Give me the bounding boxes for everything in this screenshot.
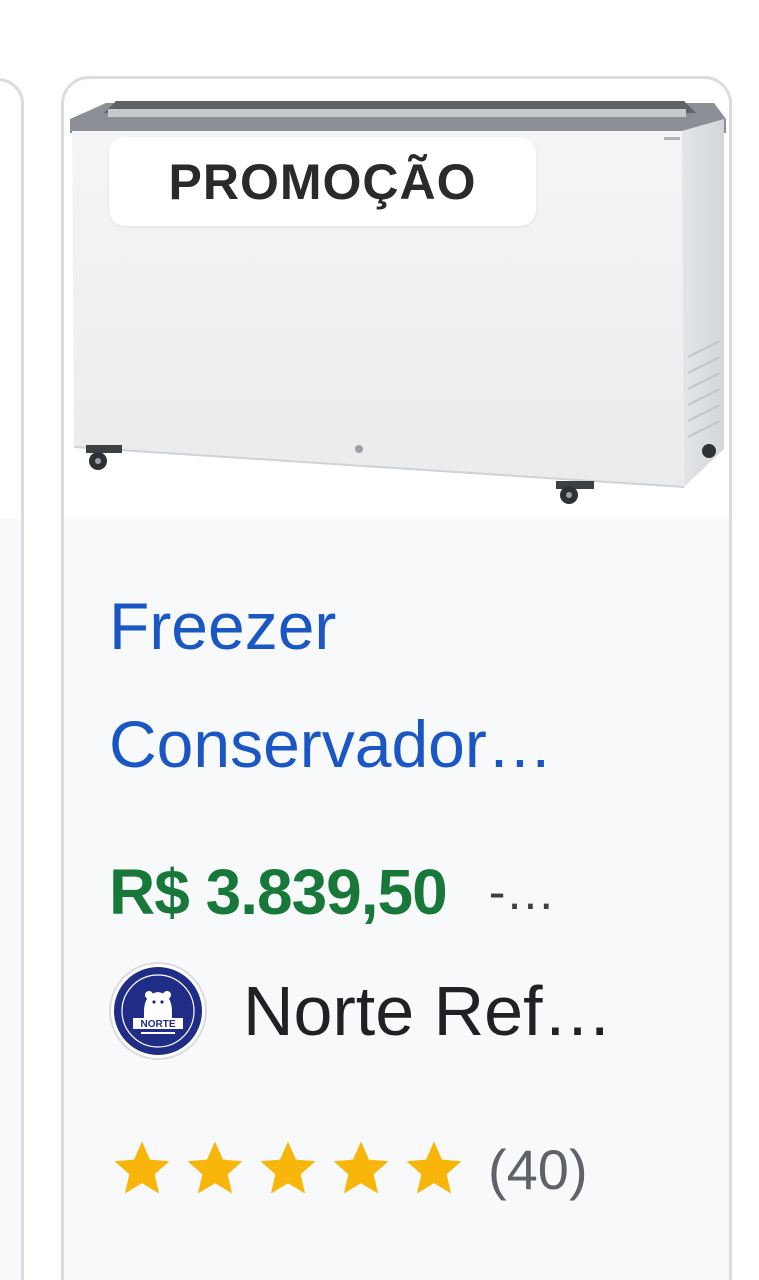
star-icon [333,1141,389,1194]
star-icon [114,1141,170,1194]
product-title-link[interactable]: Freezer Conservador… [109,567,699,803]
seller-row[interactable]: NORTE Norte Ref… [109,961,613,1061]
previous-product-card[interactable] [0,78,24,1280]
star-icon [260,1141,316,1194]
rating-row: (40) [109,1129,588,1209]
star-icon [406,1141,462,1194]
price-extra-info: -… [488,864,556,920]
product-title-line-1: Freezer [109,589,337,663]
review-count[interactable]: (40) [488,1137,588,1202]
shopping-carousel: PROMOÇÃO Freezer Conservador… R$ 3.839,5… [0,0,759,1280]
promo-badge: PROMOÇÃO [109,137,536,226]
seller-logo-graphic: NORTE [114,967,202,1055]
star-icon [187,1141,243,1194]
product-image[interactable]: PROMOÇÃO [64,79,729,517]
seller-name: Norte Ref… [243,972,613,1050]
product-price: R$ 3.839,50 [109,856,448,928]
product-title-line-2: Conservador… [109,707,553,781]
norte-seller-logo: NORTE [109,962,207,1060]
seller-logo-text: NORTE [141,1019,176,1030]
price-row: R$ 3.839,50 -… [109,847,555,937]
product-card[interactable]: PROMOÇÃO Freezer Conservador… R$ 3.839,5… [61,76,732,1280]
star-rating [109,1136,474,1202]
previous-card-info-area [0,519,21,1280]
